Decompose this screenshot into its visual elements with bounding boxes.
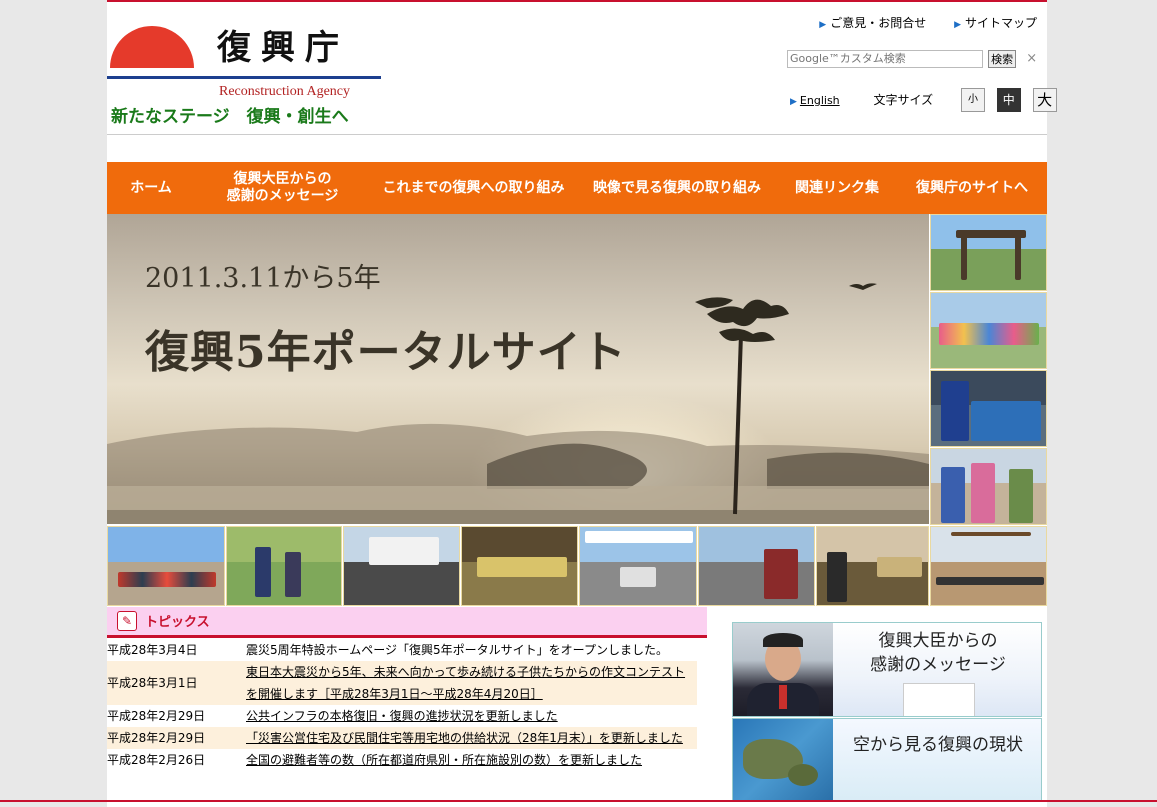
nav-agency-site[interactable]: 復興庁のサイトへ: [897, 162, 1047, 214]
minister-banner-text: 復興大臣からの 感謝のメッセージ: [870, 631, 1006, 675]
nav-minister-message[interactable]: 復興大臣からの 感謝のメッセージ: [195, 162, 370, 214]
photo-thumbnail[interactable]: [930, 370, 1047, 447]
agency-sign: [903, 683, 975, 716]
photo-thumbnail[interactable]: [461, 526, 578, 606]
aerial-photo: [733, 719, 833, 801]
news-title: 震災5周年特設ホームページ「復興5年ポータルサイト」をオープンしました。: [246, 643, 668, 657]
photo-thumbnail[interactable]: [930, 526, 1047, 606]
photo-thumbnail[interactable]: [107, 526, 225, 606]
english-link[interactable]: English: [800, 94, 840, 107]
agency-logo[interactable]: 復興庁 Reconstruction Agency: [107, 14, 382, 99]
font-size-label: 文字サイズ: [873, 92, 934, 107]
photo-thumbnail[interactable]: [698, 526, 815, 606]
photo-thumbnail[interactable]: [226, 526, 342, 606]
page: 復興庁 Reconstruction Agency 新たなステージ 復興・創生へ…: [107, 0, 1057, 807]
nav-efforts[interactable]: これまでの復興への取り組み: [370, 162, 577, 214]
nav-home[interactable]: ホーム: [107, 162, 195, 214]
list-item: 平成28年2月29日 公共インフラの本格復旧・復興の進捗状況を更新しました: [107, 705, 697, 727]
photo-thumbnail[interactable]: [930, 448, 1047, 525]
contact-link[interactable]: ▶ ご意見・お問合せ: [819, 16, 926, 30]
topics-header: ✎ トピックス: [107, 607, 707, 638]
list-item: 平成28年2月29日 「災害公営住宅及び民間住宅等用宅地の供給状況（28年1月末…: [107, 727, 697, 749]
news-date: 平成28年2月29日: [107, 709, 206, 723]
list-item: 平成28年3月4日 震災5周年特設ホームページ「復興5年ポータルサイト」をオープ…: [107, 639, 697, 661]
logo-subtitle: Reconstruction Agency: [219, 84, 351, 99]
news-link[interactable]: 公共インフラの本格復旧・復興の進捗状況を更新しました: [246, 705, 697, 727]
logo-rule: [107, 76, 381, 79]
font-size-medium-button[interactable]: 中: [996, 88, 1021, 112]
footer-rule: [0, 800, 1157, 802]
search-box: 検索 ×: [787, 48, 1037, 68]
font-size-large-button[interactable]: 大: [1032, 88, 1057, 112]
nav-videos[interactable]: 映像で見る復興の取り組み: [577, 162, 777, 214]
header-divider: [107, 134, 1047, 135]
hero-title: 復興5年ポータルサイト: [145, 327, 627, 378]
aerial-banner-text: 空から見る復興の現状: [853, 735, 1023, 755]
search-button[interactable]: 検索: [988, 49, 1017, 68]
news-date: 平成28年2月26日: [107, 753, 206, 767]
photo-thumbnail[interactable]: [930, 292, 1047, 369]
utility-links: ▶ ご意見・お問合せ ▶ サイトマップ: [795, 14, 1037, 31]
hero-banner[interactable]: 2011.3.11から5年 復興5年ポータルサイト: [107, 214, 929, 524]
photo-thumbnail[interactable]: [579, 526, 697, 606]
news-date: 平成28年3月1日: [107, 676, 198, 690]
rising-sun-icon: [110, 26, 194, 68]
news-date: 平成28年2月29日: [107, 731, 206, 745]
search-input[interactable]: [787, 49, 983, 68]
news-date: 平成28年3月4日: [107, 643, 198, 657]
news-link[interactable]: 全国の避難者等の数（所在都道府県別・所在施設別の数）を更新しました: [246, 749, 697, 771]
pencil-icon: ✎: [117, 611, 137, 631]
list-item: 平成28年2月26日 全国の避難者等の数（所在都道府県別・所在施設別の数）を更新…: [107, 749, 697, 771]
topics-list: 平成28年3月4日 震災5周年特設ホームページ「復興5年ポータルサイト」をオープ…: [107, 639, 697, 771]
arrow-right-icon: ▶: [790, 96, 797, 107]
arrow-right-icon: ▶: [954, 20, 961, 30]
minister-photo: [733, 623, 833, 716]
arrow-right-icon: ▶: [819, 20, 827, 30]
clear-search-icon[interactable]: ×: [1026, 51, 1037, 66]
sitemap-link[interactable]: ▶ サイトマップ: [954, 16, 1037, 30]
font-size-small-button[interactable]: 小: [960, 88, 985, 112]
logo-title: 復興庁: [217, 28, 349, 68]
list-item: 平成28年3月1日 東日本大震災から5年、未来へ向かって歩み続ける子供たちからの…: [107, 661, 697, 705]
catchphrase: 新たなステージ 復興・創生へ: [111, 107, 349, 127]
minister-message-banner[interactable]: 復興大臣からの 感謝のメッセージ: [732, 622, 1042, 717]
hero-date-heading: 2011.3.11から5年: [145, 263, 381, 294]
photo-thumbnail[interactable]: [343, 526, 460, 606]
nav-links[interactable]: 関連リンク集: [777, 162, 897, 214]
aerial-view-banner[interactable]: 空から見る復興の現状: [732, 718, 1042, 802]
font-size-controls: ▶ English 文字サイズ 小 中 大: [790, 88, 1057, 112]
news-link[interactable]: 東日本大震災から5年、未来へ向かって歩み続ける子供たちからの作文コンテストを開催…: [246, 661, 697, 705]
topics-title: トピックス: [145, 615, 210, 630]
news-link[interactable]: 「災害公営住宅及び民間住宅等用宅地の供給状況（28年1月末）」を更新しました: [246, 727, 697, 749]
photo-thumbnail[interactable]: [816, 526, 929, 606]
photo-thumbnail[interactable]: [930, 214, 1047, 291]
main-nav: ホーム 復興大臣からの 感謝のメッセージ これまでの復興への取り組み 映像で見る…: [107, 162, 1047, 214]
